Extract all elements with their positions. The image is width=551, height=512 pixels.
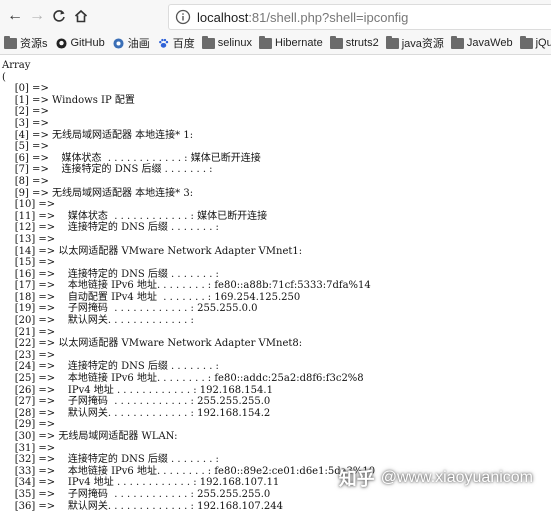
url-text[interactable]: localhost:81/shell.php?shell=ipconfig xyxy=(197,10,408,25)
folder-icon xyxy=(4,35,17,49)
bookmark-folder[interactable]: 资源s xyxy=(4,35,48,51)
address-bar[interactable]: localhost:81/shell.php?shell=ipconfig xyxy=(168,4,551,30)
ipconfig-output: Array ( [0] => [1] => Windows IP 配置 [2] … xyxy=(2,60,376,512)
folder-icon xyxy=(259,35,272,49)
bookmark-folder[interactable]: JavaWeb xyxy=(450,35,513,49)
bookmark-link[interactable]: 百度 xyxy=(157,35,195,51)
url-host: localhost xyxy=(197,9,249,25)
forward-arrow-icon[interactable]: → xyxy=(26,5,48,27)
bookmark-label: java资源 xyxy=(401,38,444,50)
bookmark-folder[interactable]: Hibernate xyxy=(259,35,323,49)
painting-icon xyxy=(113,37,124,49)
bookmarks-bar: 资源s GitHub 油画 百度 selinux Hibernate strut… xyxy=(0,32,551,55)
bookmark-label: GitHub xyxy=(70,37,105,49)
github-icon xyxy=(55,37,67,49)
bookmark-link[interactable]: GitHub xyxy=(55,37,105,49)
folder-icon xyxy=(450,35,464,49)
folder-icon xyxy=(201,35,215,49)
bookmark-label: selinux xyxy=(217,37,252,49)
bookmark-label: struts2 xyxy=(345,37,379,49)
info-icon[interactable] xyxy=(175,9,191,25)
bookmark-link[interactable]: 油画 xyxy=(112,35,150,51)
bookmark-label: JavaWeb xyxy=(466,37,513,49)
home-icon[interactable] xyxy=(70,5,92,27)
baidu-paw-icon xyxy=(158,38,168,48)
browser-toolbar: ← → localhost:81/shell.php?shell=ipconfi… xyxy=(0,0,551,32)
reload-icon[interactable] xyxy=(48,5,70,27)
bookmark-label: Hibernate xyxy=(275,37,323,49)
bookmark-folder[interactable]: struts2 xyxy=(329,35,379,49)
watermark-logo: 知乎 xyxy=(338,469,375,489)
bookmark-folder[interactable]: java资源 xyxy=(385,35,444,51)
bookmark-folder[interactable]: selinux xyxy=(201,35,252,49)
watermark-text: @www.xiaoyuanicom xyxy=(380,469,533,486)
zhihu-watermark: 知乎 @www.xiaoyuanicom xyxy=(339,465,533,491)
folder-icon xyxy=(519,35,533,49)
bookmark-folder[interactable]: jQuery xyxy=(519,35,551,49)
bookmark-label: 油画 xyxy=(127,38,150,50)
bookmark-label: 资源s xyxy=(20,38,48,50)
back-arrow-icon[interactable]: ← xyxy=(4,5,26,27)
bookmark-label: jQuery xyxy=(535,37,551,49)
bookmark-label: 百度 xyxy=(172,38,195,50)
url-path: :81/shell.php?shell=ipconfig xyxy=(248,9,409,25)
folder-icon xyxy=(385,35,399,49)
folder-icon xyxy=(329,35,343,49)
